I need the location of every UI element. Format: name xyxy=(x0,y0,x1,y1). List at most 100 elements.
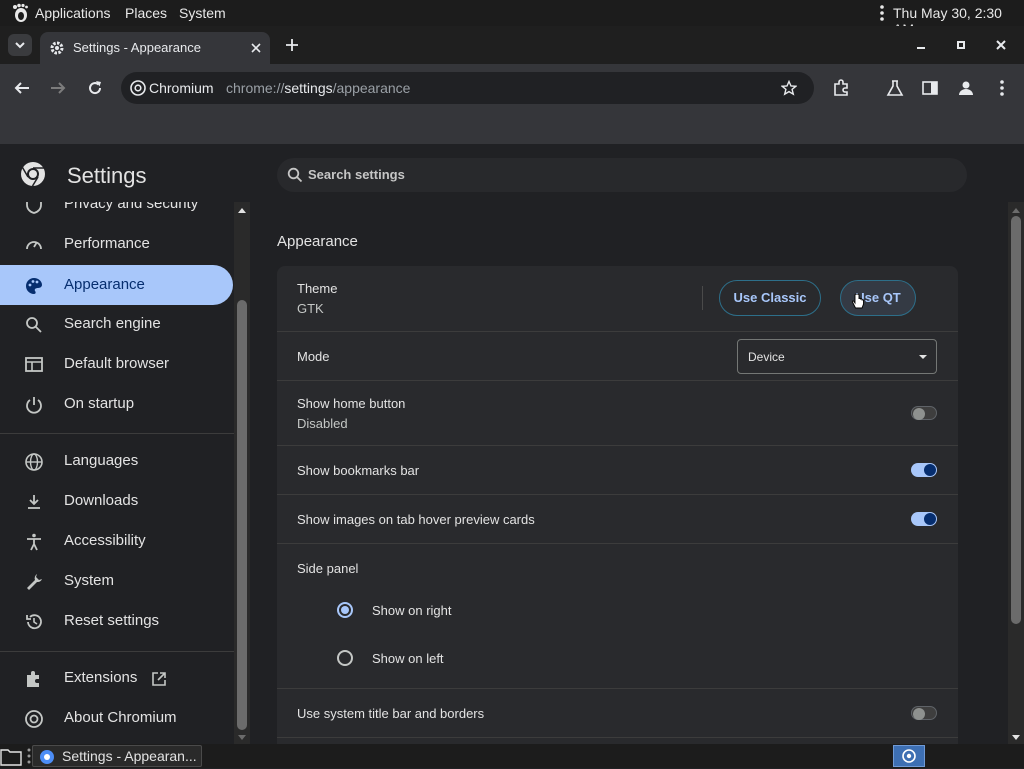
bookmark-star-icon[interactable] xyxy=(780,79,798,96)
sidebar-item-label: Downloads xyxy=(64,492,139,509)
tray-chromium-icon[interactable] xyxy=(893,745,925,767)
wrench-icon xyxy=(24,572,44,592)
chromium-icon[interactable] xyxy=(130,80,146,96)
scroll-down-arrow-icon[interactable] xyxy=(1011,734,1021,742)
chromium-icon xyxy=(39,749,55,765)
section-title: Appearance xyxy=(277,233,358,250)
maximize-button[interactable] xyxy=(954,38,968,52)
title-bar-toggle[interactable] xyxy=(911,706,937,720)
sidebar-item-label: On startup xyxy=(64,395,135,412)
sidebar-item-about[interactable]: About Chromium xyxy=(0,698,233,738)
search-placeholder: Search settings xyxy=(308,167,405,182)
show-on-right-radio[interactable] xyxy=(337,602,353,618)
mode-select[interactable]: Device xyxy=(737,339,937,374)
scroll-up-arrow-icon[interactable] xyxy=(1011,206,1021,214)
sidebar-item-downloads[interactable]: Downloads xyxy=(0,481,233,521)
sidebar-item-search-engine[interactable]: Search engine xyxy=(0,304,233,344)
reload-button[interactable] xyxy=(86,79,104,97)
system-menu[interactable]: System xyxy=(179,5,226,21)
panel-menu-icon[interactable] xyxy=(880,5,884,21)
tab-search-button[interactable] xyxy=(8,34,32,56)
sidebar-item-label: About Chromium xyxy=(64,709,177,726)
chromium-icon xyxy=(24,709,44,729)
hover-cards-label: Show images on tab hover preview cards xyxy=(297,512,535,527)
sidebar-item-reset-settings[interactable]: Reset settings xyxy=(0,601,233,641)
sidebar-item-label: Privacy and security xyxy=(64,202,199,212)
url-text[interactable]: chrome://settings/appearance xyxy=(226,80,410,96)
history-icon xyxy=(24,612,44,632)
minimize-button[interactable] xyxy=(914,38,928,52)
home-button-label: Show home button xyxy=(297,396,406,411)
back-button[interactable] xyxy=(13,80,31,96)
home-button-status: Disabled xyxy=(297,416,348,431)
theme-divider xyxy=(702,286,703,310)
show-on-right-label[interactable]: Show on right xyxy=(372,603,452,618)
show-on-left-radio[interactable] xyxy=(337,650,353,666)
sidebar-item-label: Appearance xyxy=(64,276,145,293)
omnibox[interactable]: Chromium chrome://settings/appearance xyxy=(121,72,814,104)
sidebar-item-on-startup[interactable]: On startup xyxy=(0,384,233,424)
side-panel-icon[interactable] xyxy=(921,79,939,97)
sidebar-item-system[interactable]: System xyxy=(0,561,233,601)
places-menu[interactable]: Places xyxy=(125,5,167,21)
bookmarks-bar-row[interactable]: Show bookmarks bar xyxy=(277,445,958,494)
main-scrollbar[interactable] xyxy=(1008,202,1024,744)
use-classic-button[interactable]: Use Classic xyxy=(719,280,821,316)
scroll-up-arrow-icon[interactable] xyxy=(237,206,247,214)
omnibox-origin-chip[interactable]: Chromium xyxy=(149,80,214,96)
home-button-toggle[interactable] xyxy=(911,406,937,420)
theme-row: Theme GTK Use Classic Use QT xyxy=(277,266,958,331)
taskbar-window-chromium[interactable]: Settings - Appearan... xyxy=(32,745,202,767)
bookmarks-bar-toggle[interactable] xyxy=(911,463,937,477)
sidebar-item-label: Accessibility xyxy=(64,532,146,549)
settings-header: Settings Search settings xyxy=(0,144,1008,202)
shield-icon xyxy=(24,202,44,215)
download-icon xyxy=(24,492,44,512)
taskbar-grip-icon xyxy=(27,748,31,764)
hover-cards-toggle[interactable] xyxy=(911,512,937,526)
sidebar-item-performance[interactable]: Performance xyxy=(0,224,233,264)
mode-select-value: Device xyxy=(748,350,785,364)
globe-icon xyxy=(24,452,44,472)
gnome-foot-icon[interactable] xyxy=(10,3,30,23)
search-settings-input[interactable]: Search settings xyxy=(277,158,967,192)
sidebar-item-label: Performance xyxy=(64,235,150,252)
close-window-button[interactable] xyxy=(994,38,1008,52)
show-desktop-icon[interactable] xyxy=(0,746,22,766)
chrome-menu-icon[interactable] xyxy=(999,79,1005,97)
sidebar-item-default-browser[interactable]: Default browser xyxy=(0,344,233,384)
tab-strip: Settings - Appearance xyxy=(0,26,1024,64)
show-on-left-label[interactable]: Show on left xyxy=(372,651,444,666)
top-panel: Applications Places System Thu May 30, 2… xyxy=(0,0,1024,37)
applications-menu[interactable]: Applications xyxy=(35,5,111,21)
sidebar-item-appearance[interactable]: Appearance xyxy=(0,265,233,305)
gear-icon xyxy=(49,40,65,56)
browser-window-icon xyxy=(24,355,44,375)
extensions-puzzle-icon[interactable] xyxy=(832,79,850,97)
sidebar-item-extensions[interactable]: Extensions xyxy=(0,658,233,698)
sidebar-item-accessibility[interactable]: Accessibility xyxy=(0,521,233,561)
tab-settings-appearance[interactable]: Settings - Appearance xyxy=(40,32,270,64)
home-button-row[interactable]: Show home button Disabled xyxy=(277,380,958,445)
sidebar-scrollbar-thumb[interactable] xyxy=(237,300,247,730)
main-scrollbar-thumb[interactable] xyxy=(1011,216,1021,624)
url-host: settings xyxy=(284,80,333,96)
profile-avatar-icon[interactable] xyxy=(957,79,975,97)
forward-button[interactable] xyxy=(49,80,67,96)
hover-cards-row[interactable]: Show images on tab hover preview cards xyxy=(277,494,958,543)
title-bar-row[interactable]: Use system title bar and borders xyxy=(277,688,958,737)
settings-page: Settings Search settings Privacy and sec… xyxy=(0,144,1024,744)
tab-close-icon[interactable] xyxy=(248,40,264,56)
new-tab-button[interactable] xyxy=(284,37,300,53)
power-icon xyxy=(24,395,44,415)
url-path: /appearance xyxy=(332,80,411,96)
sidebar-scrollbar[interactable] xyxy=(234,202,250,744)
scroll-down-arrow-icon[interactable] xyxy=(237,734,247,742)
taskbar-window-title: Settings - Appearan... xyxy=(62,748,197,764)
hand-cursor-icon xyxy=(851,293,865,311)
sidebar-item-languages[interactable]: Languages xyxy=(0,441,233,481)
sidebar-item-privacy[interactable]: Privacy and security xyxy=(0,202,233,224)
tab-title: Settings - Appearance xyxy=(73,40,201,55)
title-bar-label: Use system title bar and borders xyxy=(297,706,485,721)
labs-flask-icon[interactable] xyxy=(886,79,904,97)
